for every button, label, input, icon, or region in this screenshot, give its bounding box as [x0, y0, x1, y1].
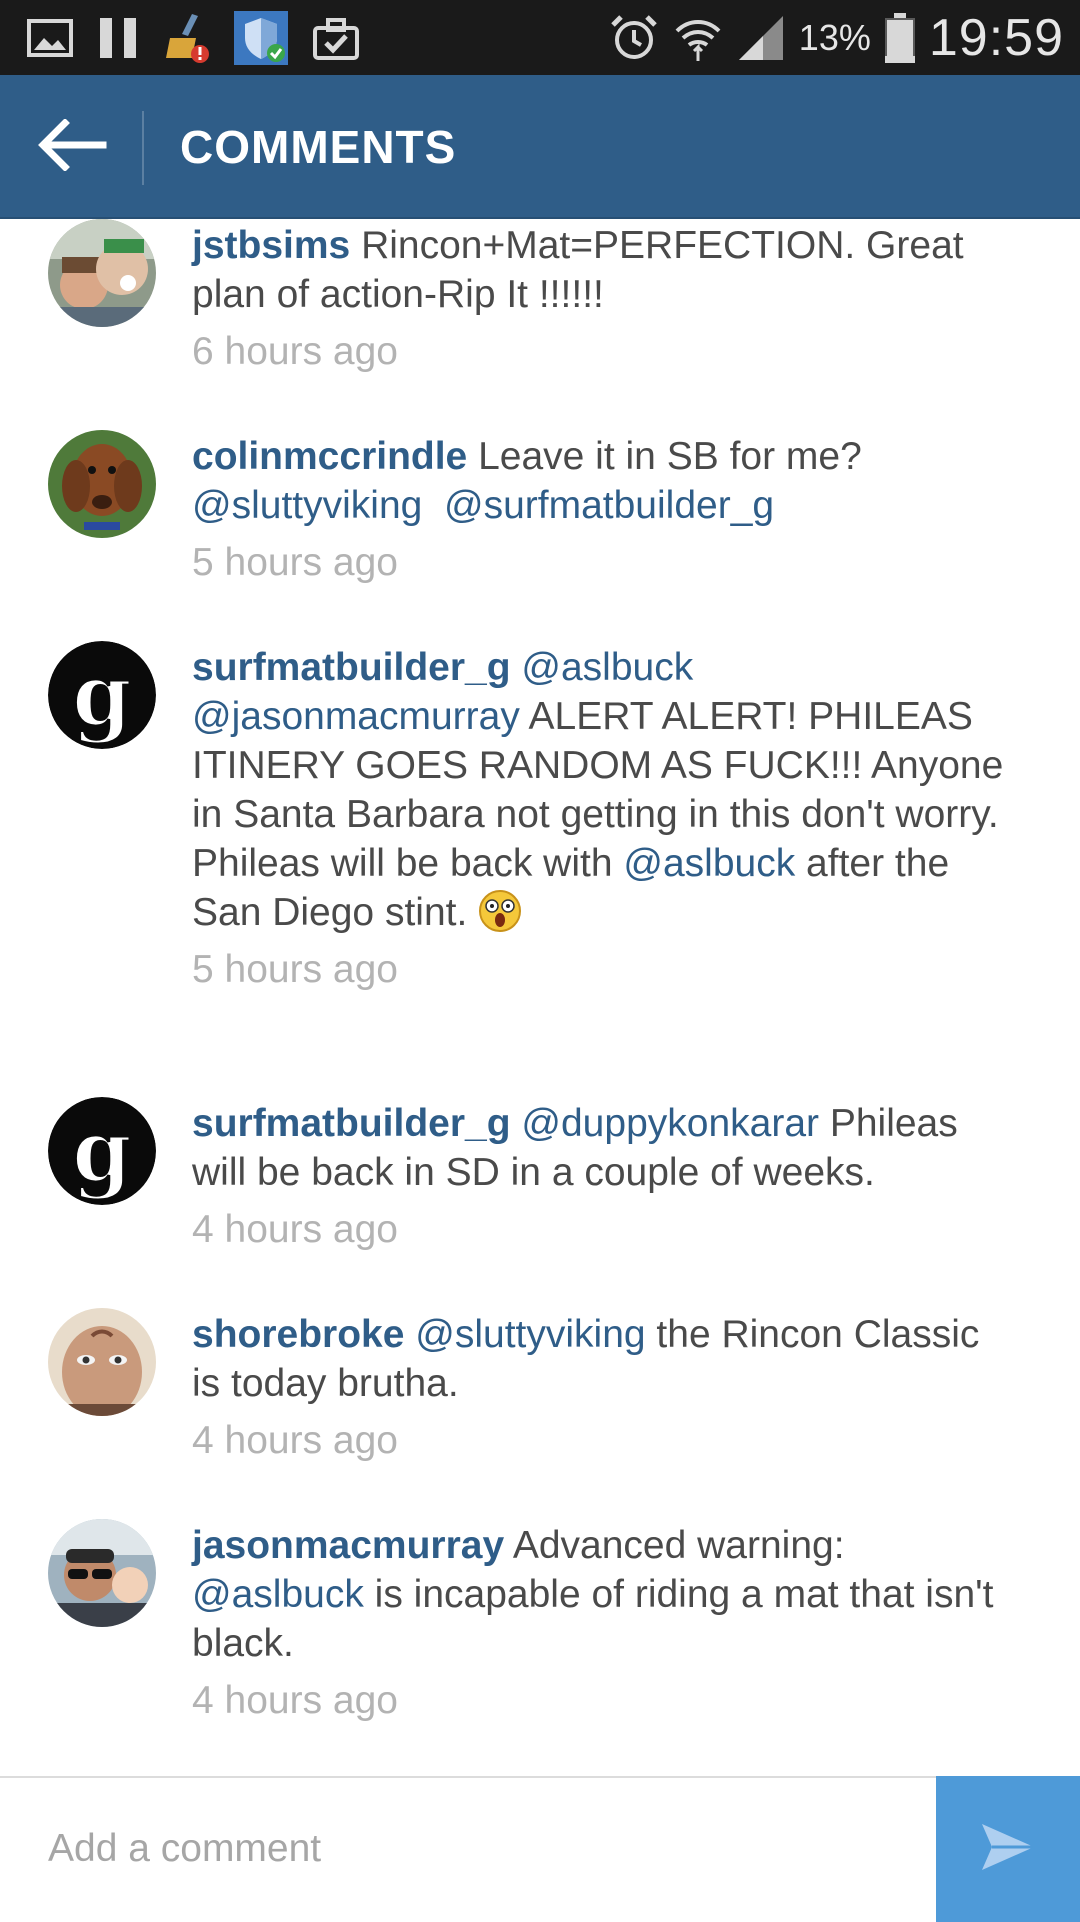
comment-body: surfmatbuilder_g @aslbuck @jasonmacmurra…	[192, 643, 1012, 994]
comment-body: jasonmacmurray Advanced warning: @aslbuc…	[192, 1521, 1012, 1725]
comment-text-segment	[511, 646, 522, 689]
comment-body: surfmatbuilder_g @duppykonkarar Phileas …	[192, 1099, 1012, 1254]
comment-timestamp: 4 hours ago	[192, 1208, 398, 1251]
image-icon	[26, 18, 74, 58]
send-button[interactable]	[936, 1776, 1080, 1922]
mention-link[interactable]: @aslbuck	[623, 842, 795, 885]
battery-percent: 13%	[798, 16, 871, 58]
status-right-icons: 13% 19:59	[609, 0, 1064, 75]
comment-text: shorebroke @sluttyviking the Rincon Clas…	[192, 1310, 1012, 1408]
wifi-icon	[673, 13, 723, 63]
comment-text-segment	[404, 1313, 415, 1356]
comment-text: jasonmacmurray Advanced warning: @aslbuc…	[192, 1521, 1012, 1668]
comment-text: jstbsims Rincon+Mat=PERFECTION. Great pl…	[192, 221, 1012, 319]
avatar[interactable]: g	[48, 1097, 156, 1205]
comment-timestamp: 5 hours ago	[192, 948, 398, 991]
mention-link[interactable]: @aslbuck	[192, 1573, 364, 1616]
astonished-face-emoji	[478, 889, 522, 933]
comment-composer	[0, 1776, 1080, 1922]
comments-header: COMMENTS	[0, 75, 1080, 219]
mention-link[interactable]: @jasonmacmurray	[192, 695, 520, 738]
comments-list[interactable]: jstbsims Rincon+Mat=PERFECTION. Great pl…	[0, 219, 1080, 1776]
header-divider	[142, 111, 144, 185]
mention-link[interactable]: @sluttyviking	[192, 484, 422, 527]
mention-link[interactable]: @surfmatbuilder_g	[444, 484, 774, 527]
comment-text-segment	[422, 484, 444, 527]
comment-timestamp: 6 hours ago	[192, 330, 398, 373]
comment-timestamp: 4 hours ago	[192, 1679, 398, 1722]
comment-username[interactable]: surfmatbuilder_g	[192, 1102, 511, 1145]
signal-icon	[737, 14, 785, 62]
comment-input[interactable]	[0, 1778, 936, 1920]
comment-username[interactable]: jasonmacmurray	[192, 1524, 504, 1567]
briefcase-check-icon	[312, 16, 360, 60]
back-button[interactable]	[20, 105, 124, 189]
mention-link[interactable]: @sluttyviking	[415, 1313, 645, 1356]
comment-timestamp: 5 hours ago	[192, 541, 398, 584]
alarm-icon	[609, 13, 659, 63]
svg-text:g: g	[72, 645, 132, 746]
comment-text-segment: Advanced warning:	[504, 1524, 845, 1567]
comment-username[interactable]: jstbsims	[192, 224, 350, 267]
clock-time: 19:59	[928, 8, 1064, 67]
avatar[interactable]	[48, 1308, 156, 1416]
svg-text:g: g	[72, 1101, 132, 1202]
avatar[interactable]: g	[48, 641, 156, 749]
comment-username[interactable]: colinmccrindle	[192, 435, 467, 478]
status-bar: 13% 19:59	[0, 0, 1080, 75]
comment-text: colinmccrindle Leave it in SB for me? @s…	[192, 432, 1012, 530]
comment-body: shorebroke @sluttyviking the Rincon Clas…	[192, 1310, 1012, 1465]
comment-body: colinmccrindle Leave it in SB for me? @s…	[192, 432, 1012, 587]
comment-text: surfmatbuilder_g @duppykonkarar Phileas …	[192, 1099, 1012, 1197]
comment-text-segment: Leave it in SB for me?	[467, 435, 862, 478]
comment-text-segment	[511, 1102, 522, 1145]
shield-icon	[234, 11, 288, 65]
send-icon	[978, 1820, 1038, 1879]
pause-icon	[98, 16, 138, 60]
comment-username[interactable]: surfmatbuilder_g	[192, 646, 511, 689]
back-arrow-icon	[37, 117, 107, 176]
avatar[interactable]	[48, 219, 156, 327]
comment-timestamp: 4 hours ago	[192, 1419, 398, 1462]
page-title: COMMENTS	[180, 121, 457, 173]
battery-icon	[884, 12, 915, 63]
avatar[interactable]	[48, 1519, 156, 1627]
comment-text: surfmatbuilder_g @aslbuck @jasonmacmurra…	[192, 643, 1012, 937]
status-left-icons	[26, 11, 360, 65]
broom-icon	[162, 12, 210, 64]
comment-username[interactable]: shorebroke	[192, 1313, 404, 1356]
avatar[interactable]	[48, 430, 156, 538]
mention-link[interactable]: @duppykonkarar	[521, 1102, 819, 1145]
comment-body: jstbsims Rincon+Mat=PERFECTION. Great pl…	[192, 221, 1012, 376]
mention-link[interactable]: @aslbuck	[521, 646, 693, 689]
